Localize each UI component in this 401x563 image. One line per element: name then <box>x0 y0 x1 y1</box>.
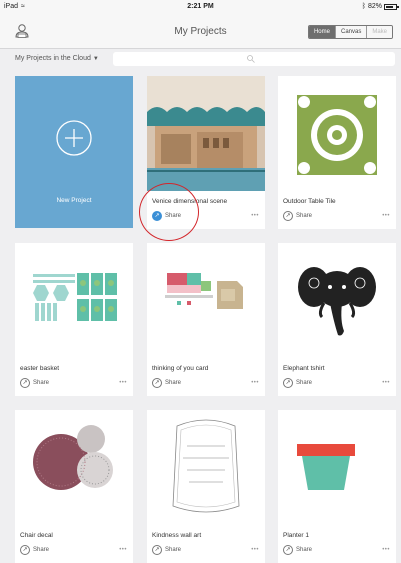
project-card[interactable]: Elephant tshirt ↗ Share ••• <box>278 243 396 396</box>
share-icon: ↗ <box>20 378 30 388</box>
project-thumbnail <box>278 243 396 358</box>
project-card[interactable]: Outdoor Table Tile ↗ Share ••• <box>278 76 396 229</box>
project-name: Outdoor Table Tile <box>283 198 336 205</box>
filter-label: My Projects in the Cloud <box>15 55 91 62</box>
project-card[interactable]: easter basket ↗ Share ••• <box>15 243 133 396</box>
project-name: Elephant tshirt <box>283 365 325 372</box>
dropdown-arrow-icon: ▼ <box>92 56 99 62</box>
search-icon <box>247 55 255 63</box>
share-icon: ↗ <box>20 545 30 555</box>
project-name: thinking of you card <box>152 365 209 372</box>
segment-home[interactable]: Home <box>308 26 335 38</box>
project-card[interactable]: Chair decal ↗ Share ••• <box>15 410 133 563</box>
project-thumbnail <box>278 410 396 525</box>
share-label: Share <box>296 380 313 386</box>
segmented-control: Home Canvas Make <box>307 25 393 39</box>
share-button[interactable]: ↗ Share <box>283 545 312 555</box>
share-button[interactable]: ↗ Share <box>283 378 312 388</box>
more-options-button[interactable]: ••• <box>382 380 390 386</box>
filter-bar: My Projects in the Cloud ▼ <box>0 48 401 70</box>
status-bar: iPad ≈ 2:21 PM ᛒ 82% <box>0 0 401 14</box>
share-label: Share <box>296 213 313 219</box>
more-options-button[interactable]: ••• <box>119 547 127 553</box>
segment-make[interactable]: Make <box>366 26 392 38</box>
share-icon: ↗ <box>152 378 162 388</box>
segment-canvas[interactable]: Canvas <box>334 26 367 38</box>
more-options-button[interactable]: ••• <box>119 380 127 386</box>
status-right: ᛒ 82% <box>361 3 399 10</box>
share-label: Share <box>33 380 50 386</box>
nav-bar: My Projects Home Canvas Make <box>0 14 401 49</box>
share-button[interactable]: ↗ Share <box>20 378 49 388</box>
share-icon: ↗ <box>152 545 162 555</box>
project-filter-dropdown[interactable]: My Projects in the Cloud ▼ <box>15 55 99 62</box>
project-card[interactable]: thinking of you card ↗ Share ••• <box>147 243 265 396</box>
share-button[interactable]: ↗ Share <box>20 545 49 555</box>
share-icon: ↗ <box>283 378 293 388</box>
highlight-circle <box>139 183 199 241</box>
project-name: easter basket <box>20 365 60 372</box>
share-label: Share <box>165 547 182 553</box>
share-icon: ↗ <box>283 545 293 555</box>
search-input[interactable] <box>113 52 395 66</box>
new-project-tile[interactable]: New Project <box>15 76 133 228</box>
share-icon: ↗ <box>283 211 293 221</box>
share-label: Share <box>33 547 50 553</box>
more-options-button[interactable]: ••• <box>251 213 259 219</box>
project-thumbnail <box>147 410 265 525</box>
share-button[interactable]: ↗ Share <box>152 378 181 388</box>
battery-icon <box>384 3 399 10</box>
status-time: 2:21 PM <box>187 3 214 10</box>
more-options-button[interactable]: ••• <box>382 213 390 219</box>
share-label: Share <box>296 547 313 553</box>
more-options-button[interactable]: ••• <box>251 380 259 386</box>
share-button[interactable]: ↗ Share <box>152 545 181 555</box>
project-thumbnail <box>15 410 133 525</box>
project-thumbnail <box>147 76 265 191</box>
battery-percent: 82% <box>367 3 382 10</box>
bluetooth-icon: ᛒ <box>361 3 366 10</box>
share-button[interactable]: ↗ Share <box>283 211 312 221</box>
share-label: Share <box>165 380 182 386</box>
plus-icon <box>56 120 92 156</box>
new-project-label: New Project <box>56 197 92 204</box>
project-card[interactable]: Planter 1 ↗ Share ••• <box>278 410 396 563</box>
project-thumbnail <box>278 76 396 191</box>
more-options-button[interactable]: ••• <box>251 547 259 553</box>
more-options-button[interactable]: ••• <box>382 547 390 553</box>
project-thumbnail <box>15 243 133 358</box>
project-card[interactable]: Kindness wall art ↗ Share ••• <box>147 410 265 563</box>
project-thumbnail <box>147 243 265 358</box>
